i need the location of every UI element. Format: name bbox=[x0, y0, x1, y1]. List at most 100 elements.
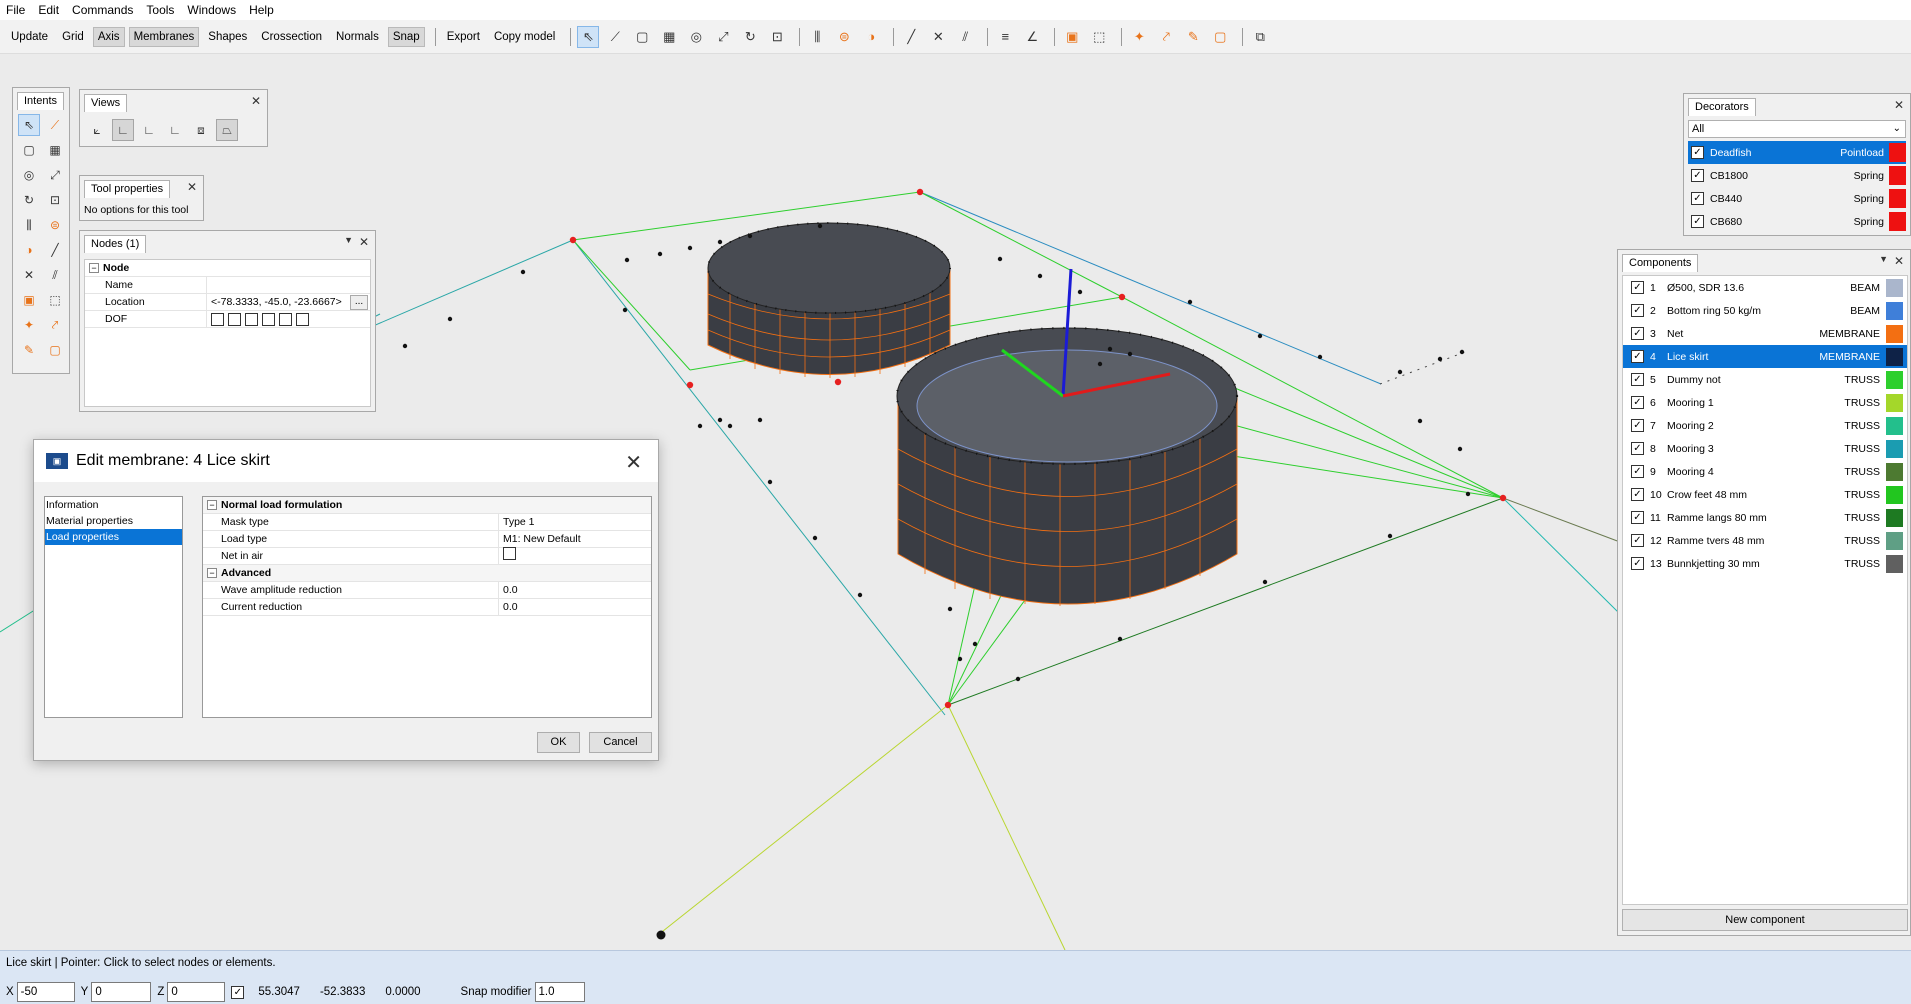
view-iso-icon[interactable]: ⟀ bbox=[86, 119, 108, 141]
component-checkbox[interactable]: ✓ bbox=[1631, 557, 1644, 570]
snap-toggle-button[interactable]: Snap bbox=[387, 26, 425, 47]
move-tool-icon[interactable]: ⤢ bbox=[712, 26, 734, 48]
component-color-swatch[interactable] bbox=[1886, 324, 1903, 343]
components-tab[interactable]: Components bbox=[1622, 254, 1699, 272]
mask-type-row[interactable]: Mask type Type 1 bbox=[203, 514, 651, 531]
segment-icon[interactable]: ╱ bbox=[44, 239, 66, 261]
node-name-row[interactable]: Name bbox=[85, 277, 370, 294]
dof-checkbox[interactable] bbox=[279, 312, 292, 326]
component-row[interactable]: ✓ 8 Mooring 3 TRUSS bbox=[1623, 437, 1907, 460]
menu-help[interactable]: Help bbox=[249, 3, 281, 17]
component-color-swatch[interactable] bbox=[1886, 554, 1903, 573]
component-color-swatch[interactable] bbox=[1886, 347, 1903, 366]
component-row[interactable]: ✓ 10 Crow feet 48 mm TRUSS bbox=[1623, 483, 1907, 506]
current-reduction-row[interactable]: Current reduction 0.0 bbox=[203, 599, 651, 616]
edit-line-icon[interactable]: ✎ bbox=[18, 339, 40, 361]
normal-load-group-row[interactable]: − Normal load formulation bbox=[203, 497, 651, 514]
component-checkbox[interactable]: ✓ bbox=[1631, 396, 1644, 409]
dof-checkbox[interactable] bbox=[228, 312, 241, 326]
dialog-nav-item[interactable]: Load properties bbox=[45, 529, 182, 545]
membranes-toggle-button[interactable]: Membranes bbox=[128, 26, 200, 47]
dof-checkbox[interactable] bbox=[211, 312, 224, 326]
dialog-nav-item[interactable]: Material properties bbox=[45, 513, 182, 529]
node-location-row[interactable]: Location <-78.3333, -45.0, -23.6667> ... bbox=[85, 294, 370, 311]
component-row[interactable]: ✓ 3 Net MEMBRANE bbox=[1623, 322, 1907, 345]
decorator-row[interactable]: ✓ CB440 Spring bbox=[1688, 187, 1906, 210]
view-xy-icon[interactable]: ∟ bbox=[112, 119, 134, 141]
component-color-swatch[interactable] bbox=[1886, 301, 1903, 320]
angle-tool-icon[interactable]: ∠ bbox=[1021, 26, 1043, 48]
node-location-value[interactable]: <-78.3333, -45.0, -23.6667> ... bbox=[207, 294, 370, 310]
pointer-icon[interactable]: ⇖ bbox=[18, 114, 40, 136]
component-color-swatch[interactable] bbox=[1886, 462, 1903, 481]
component-checkbox[interactable]: ✓ bbox=[1631, 373, 1644, 386]
component-color-swatch[interactable] bbox=[1886, 416, 1903, 435]
z-input[interactable]: 0 bbox=[167, 982, 226, 1002]
frame-icon[interactable]: ▢ bbox=[44, 339, 66, 361]
shapes-toggle-button[interactable]: Shapes bbox=[203, 27, 252, 47]
menu-file[interactable]: File bbox=[6, 3, 32, 17]
select-box-icon[interactable]: ⬚ bbox=[1088, 26, 1110, 48]
select-box-icon[interactable]: ⬚ bbox=[44, 289, 66, 311]
node-dof-row[interactable]: DOF bbox=[85, 311, 370, 328]
decorator-color-swatch[interactable] bbox=[1889, 189, 1906, 208]
line-node-icon[interactable]: ⟋ bbox=[44, 114, 66, 136]
menu-windows[interactable]: Windows bbox=[187, 3, 243, 17]
decorator-checkbox[interactable]: ✓ bbox=[1691, 215, 1704, 228]
decorator-checkbox[interactable]: ✓ bbox=[1691, 146, 1704, 159]
intents-tab[interactable]: Intents bbox=[17, 92, 65, 110]
collapse-icon[interactable]: − bbox=[89, 263, 99, 273]
axis-toggle-button[interactable]: Axis bbox=[92, 26, 125, 47]
cancel-button[interactable]: Cancel bbox=[589, 732, 652, 753]
dof-checkbox[interactable] bbox=[262, 312, 275, 326]
component-row[interactable]: ✓ 1 Ø500, SDR 13.6 BEAM bbox=[1623, 276, 1907, 299]
node-dof-value[interactable] bbox=[207, 312, 370, 326]
add-node-icon[interactable]: ✦ bbox=[1128, 26, 1150, 48]
component-checkbox[interactable]: ✓ bbox=[1631, 281, 1644, 294]
component-color-swatch[interactable] bbox=[1886, 393, 1903, 412]
tool-properties-tab[interactable]: Tool properties bbox=[84, 180, 171, 198]
link-icon[interactable]: ⧉ bbox=[1249, 26, 1271, 48]
component-color-swatch[interactable] bbox=[1886, 370, 1903, 389]
update-toggle-button[interactable]: Update bbox=[6, 27, 53, 47]
cross-tool-icon[interactable]: ✕ bbox=[927, 26, 949, 48]
menu-commands[interactable]: Commands bbox=[72, 3, 140, 17]
cage-back[interactable] bbox=[707, 222, 951, 378]
snap-modifier-input[interactable]: 1.0 bbox=[534, 982, 585, 1002]
connect-icon[interactable]: ⤤ bbox=[1155, 26, 1177, 48]
normals-toggle-button[interactable]: Normals bbox=[331, 27, 384, 47]
component-row[interactable]: ✓ 9 Mooring 4 TRUSS bbox=[1623, 460, 1907, 483]
cylinder-tool-icon[interactable]: ⊜ bbox=[833, 26, 855, 48]
close-icon[interactable]: ✕ bbox=[1894, 98, 1904, 112]
decorator-row[interactable]: ✓ Deadfish Pointload bbox=[1688, 141, 1906, 164]
decorator-filter-select[interactable]: All ⌄ bbox=[1688, 120, 1906, 138]
new-component-button[interactable]: New component bbox=[1622, 909, 1908, 931]
location-edit-button[interactable]: ... bbox=[350, 294, 368, 310]
wave-reduction-value[interactable]: 0.0 bbox=[499, 582, 651, 598]
decorator-color-swatch[interactable] bbox=[1889, 143, 1906, 162]
connect-icon[interactable]: ⤤ bbox=[44, 314, 66, 336]
component-row[interactable]: ✓ 4 Lice skirt MEMBRANE bbox=[1623, 345, 1907, 368]
component-color-swatch[interactable] bbox=[1886, 439, 1903, 458]
close-icon[interactable]: ✕ bbox=[251, 94, 261, 108]
menu-edit[interactable]: Edit bbox=[38, 3, 66, 17]
component-checkbox[interactable]: ✓ bbox=[1631, 419, 1644, 432]
cross-icon[interactable]: ✕ bbox=[18, 264, 40, 286]
net-in-air-value[interactable] bbox=[499, 547, 651, 565]
split-tool-icon[interactable]: ◑ bbox=[860, 26, 882, 48]
parallel-tool-icon[interactable]: ⫽ bbox=[954, 26, 976, 48]
horizontal-tool-icon[interactable]: ≡ bbox=[994, 26, 1016, 48]
circle-tool-icon[interactable]: ◎ bbox=[685, 26, 707, 48]
component-checkbox[interactable]: ✓ bbox=[1631, 350, 1644, 363]
cage-front[interactable] bbox=[895, 326, 1239, 606]
component-row[interactable]: ✓ 5 Dummy not TRUSS bbox=[1623, 368, 1907, 391]
component-checkbox[interactable]: ✓ bbox=[1631, 327, 1644, 340]
component-row[interactable]: ✓ 13 Bunnkjetting 30 mm TRUSS bbox=[1623, 552, 1907, 575]
view-xz-icon[interactable]: ∟ bbox=[138, 119, 160, 141]
move-icon[interactable]: ⤢ bbox=[44, 164, 66, 186]
panel-menu-icon[interactable]: ▼ bbox=[344, 235, 353, 245]
component-checkbox[interactable]: ✓ bbox=[1631, 534, 1644, 547]
line-tool-icon[interactable]: ⟋ bbox=[604, 26, 626, 48]
component-color-swatch[interactable] bbox=[1886, 485, 1903, 504]
pointer-tool-icon[interactable]: ⇖ bbox=[577, 25, 600, 48]
